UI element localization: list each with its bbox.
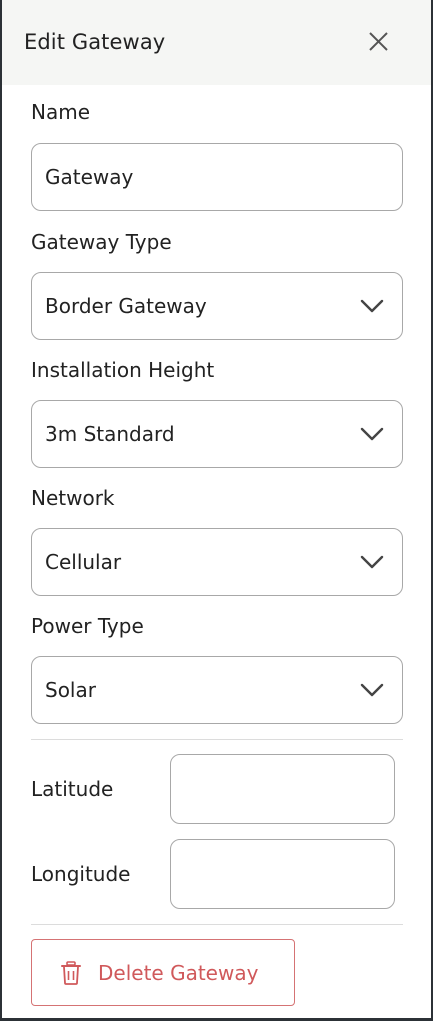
longitude-input[interactable]	[171, 840, 394, 908]
section-divider	[31, 924, 403, 925]
latitude-input[interactable]	[171, 755, 394, 823]
close-icon	[369, 32, 388, 51]
chevron-down-icon	[360, 427, 384, 441]
name-input[interactable]	[32, 144, 402, 210]
trash-icon	[61, 961, 81, 985]
gateway-type-label: Gateway Type	[31, 230, 172, 254]
power-type-label: Power Type	[31, 614, 144, 638]
delete-gateway-label: Delete Gateway	[98, 961, 259, 985]
longitude-label: Longitude	[31, 862, 131, 886]
gateway-type-select[interactable]: Border Gateway	[31, 272, 403, 340]
edit-gateway-panel: Edit Gateway Name Gateway Type Border Ga…	[0, 0, 433, 1021]
installation-height-label: Installation Height	[31, 358, 215, 382]
latitude-label: Latitude	[31, 777, 114, 801]
gateway-type-value: Border Gateway	[45, 294, 207, 318]
power-type-select[interactable]: Solar	[31, 656, 403, 724]
latitude-field[interactable]	[170, 754, 395, 824]
installation-height-value: 3m Standard	[45, 422, 175, 446]
delete-gateway-button[interactable]: Delete Gateway	[31, 939, 295, 1006]
power-type-value: Solar	[45, 678, 96, 702]
longitude-field[interactable]	[170, 839, 395, 909]
network-label: Network	[31, 486, 115, 510]
close-button[interactable]	[362, 25, 394, 57]
installation-height-select[interactable]: 3m Standard	[31, 400, 403, 468]
section-divider	[31, 739, 403, 740]
name-label: Name	[31, 100, 91, 124]
panel-header: Edit Gateway	[2, 0, 431, 85]
network-value: Cellular	[45, 550, 122, 574]
name-field[interactable]	[31, 143, 403, 211]
chevron-down-icon	[360, 299, 384, 313]
chevron-down-icon	[360, 555, 384, 569]
chevron-down-icon	[360, 683, 384, 697]
panel-title: Edit Gateway	[24, 30, 166, 54]
network-select[interactable]: Cellular	[31, 528, 403, 596]
